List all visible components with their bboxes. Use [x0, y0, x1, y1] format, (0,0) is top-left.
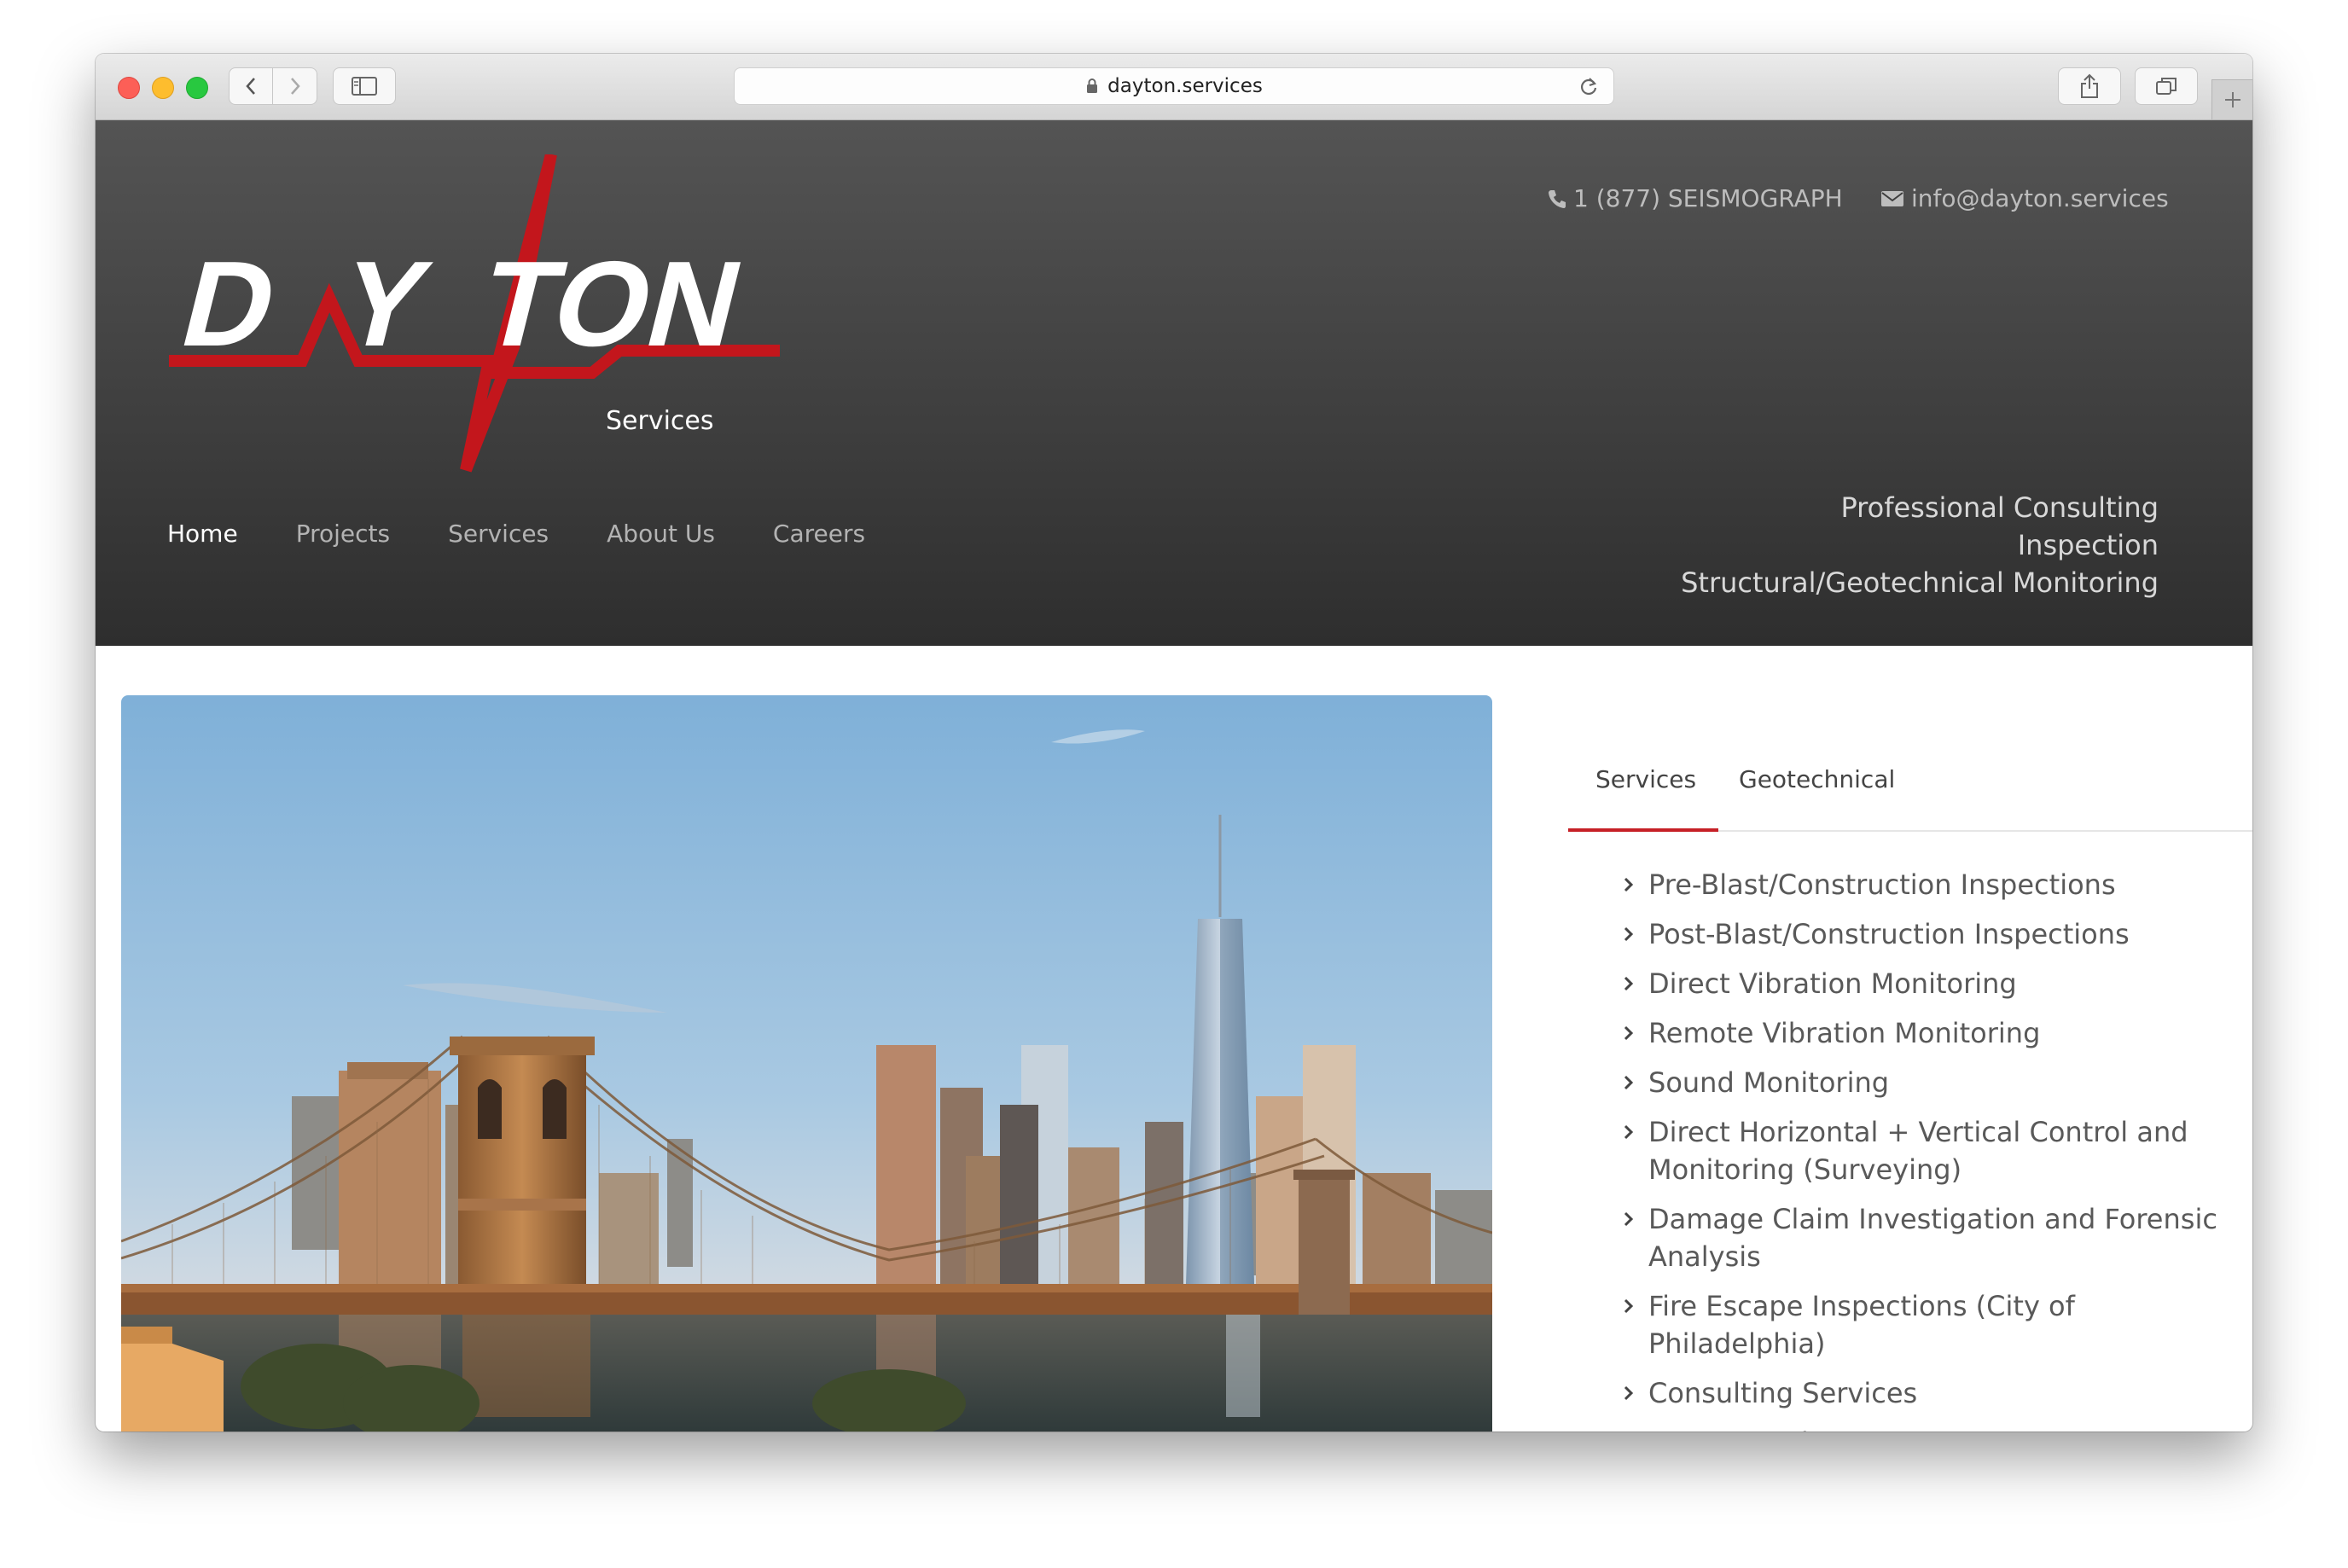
service-label: Remote Vibration Monitoring — [1648, 1017, 2041, 1049]
tagline-monitoring: Structural/Geotechnical Monitoring — [1681, 566, 2159, 599]
lock-icon — [1085, 78, 1099, 95]
chevron-right-icon — [1623, 1200, 1648, 1238]
email-address: info@dayton.services — [1911, 184, 2169, 212]
chevron-right-icon — [290, 78, 300, 95]
site-header: 1 (877) SEISMOGRAPH info@dayton.services… — [96, 120, 2252, 646]
show-tabs-button[interactable] — [2135, 67, 2198, 105]
service-label: Direct Horizontal + Vertical Control and… — [1648, 1116, 2188, 1186]
service-label: Fire Escape Inspections (City of Philade… — [1648, 1290, 2075, 1360]
sidebar-toggle-button[interactable] — [333, 67, 396, 105]
chevron-right-icon — [1623, 1287, 1648, 1325]
chevron-left-icon — [246, 78, 255, 95]
main-nav: Home Projects Services About Us Careers — [167, 520, 865, 548]
back-button[interactable] — [229, 67, 273, 105]
list-item[interactable]: Direct Horizontal + Vertical Control and… — [1623, 1113, 2237, 1188]
chevron-right-icon — [1623, 1113, 1648, 1151]
svg-text:TON: TON — [468, 235, 756, 372]
list-item[interactable]: Direct Vibration Monitoring — [1623, 965, 2237, 1002]
tab-services[interactable]: Services — [1595, 765, 1696, 793]
plus-icon — [2224, 92, 2240, 107]
svg-text:D: D — [170, 235, 291, 372]
chevron-right-icon — [1623, 1014, 1648, 1052]
chevron-right-icon — [1623, 1424, 1648, 1432]
nav-about-us[interactable]: About Us — [607, 520, 715, 548]
services-list: Pre-Blast/Construction Inspections Post-… — [1623, 866, 2237, 1432]
list-item[interactable]: Sound Monitoring — [1623, 1064, 2237, 1101]
logo-wordmark: D Y TON — [170, 235, 756, 372]
service-label: Damage Claim Investigation and Forensic … — [1648, 1203, 2217, 1273]
forward-button[interactable] — [273, 67, 317, 105]
share-button[interactable] — [2058, 67, 2121, 105]
tagline-inspection: Inspection — [2017, 529, 2159, 561]
list-item[interactable]: Drone Services — [1623, 1424, 2237, 1432]
list-item[interactable]: Damage Claim Investigation and Forensic … — [1623, 1200, 2237, 1275]
nav-careers[interactable]: Careers — [773, 520, 865, 548]
nav-services[interactable]: Services — [448, 520, 549, 548]
sidebar-icon — [352, 77, 377, 96]
list-item[interactable]: Fire Escape Inspections (City of Philade… — [1623, 1287, 2237, 1362]
phone-icon — [1549, 189, 1566, 208]
minimize-window-button[interactable] — [152, 77, 174, 99]
address-url: dayton.services — [1107, 75, 1263, 97]
chevron-right-icon — [1623, 965, 1648, 1002]
list-item[interactable]: Pre-Blast/Construction Inspections — [1623, 866, 2237, 903]
browser-toolbar: dayton.services — [96, 54, 2252, 120]
chevron-right-icon — [1623, 1064, 1648, 1101]
chevron-right-icon — [1623, 915, 1648, 953]
hero-image — [121, 695, 1492, 1432]
logo-subtitle: Services — [606, 406, 714, 436]
list-item[interactable]: Remote Vibration Monitoring — [1623, 1014, 2237, 1052]
svg-text:Y: Y — [328, 235, 442, 372]
chevron-right-icon — [1623, 866, 1648, 903]
address-bar[interactable]: dayton.services — [734, 67, 1614, 105]
taglines: Professional Consulting Inspection Struc… — [1681, 489, 2159, 601]
envelope-icon — [1881, 190, 1903, 206]
list-item[interactable]: Consulting Services — [1623, 1374, 2237, 1412]
browser-window: dayton.services 1 (877) SEISMOGRAPH info… — [96, 54, 2252, 1432]
tab-geotechnical[interactable]: Geotechnical — [1739, 765, 1895, 793]
tagline-consulting: Professional Consulting — [1840, 491, 2159, 524]
phone-number: 1 (877) SEISMOGRAPH — [1573, 184, 1843, 212]
phone-link[interactable]: 1 (877) SEISMOGRAPH — [1548, 184, 1843, 212]
reload-icon[interactable] — [1578, 76, 1600, 102]
service-label: Direct Vibration Monitoring — [1648, 967, 2017, 1000]
service-label: Consulting Services — [1648, 1377, 1918, 1409]
service-label: Pre-Blast/Construction Inspections — [1648, 868, 2116, 901]
nav-projects[interactable]: Projects — [296, 520, 390, 548]
list-item[interactable]: Post-Blast/Construction Inspections — [1623, 915, 2237, 953]
service-tabs: Services Geotechnical — [1568, 695, 2252, 832]
service-label: Sound Monitoring — [1648, 1066, 1890, 1099]
chevron-right-icon — [1623, 1374, 1648, 1412]
nav-home[interactable]: Home — [167, 520, 238, 548]
share-icon — [2081, 73, 2098, 98]
new-tab-button[interactable] — [2211, 79, 2252, 119]
service-label: Drone Services — [1648, 1424, 1855, 1432]
zoom-window-button[interactable] — [186, 77, 208, 99]
service-label: Post-Blast/Construction Inspections — [1648, 918, 2130, 950]
close-window-button[interactable] — [118, 77, 140, 99]
email-link[interactable]: info@dayton.services — [1880, 184, 2169, 212]
dayton-logo[interactable]: D Y TON Services — [166, 154, 780, 479]
active-tab-indicator — [1568, 828, 1718, 832]
tabs-icon — [2156, 78, 2177, 95]
